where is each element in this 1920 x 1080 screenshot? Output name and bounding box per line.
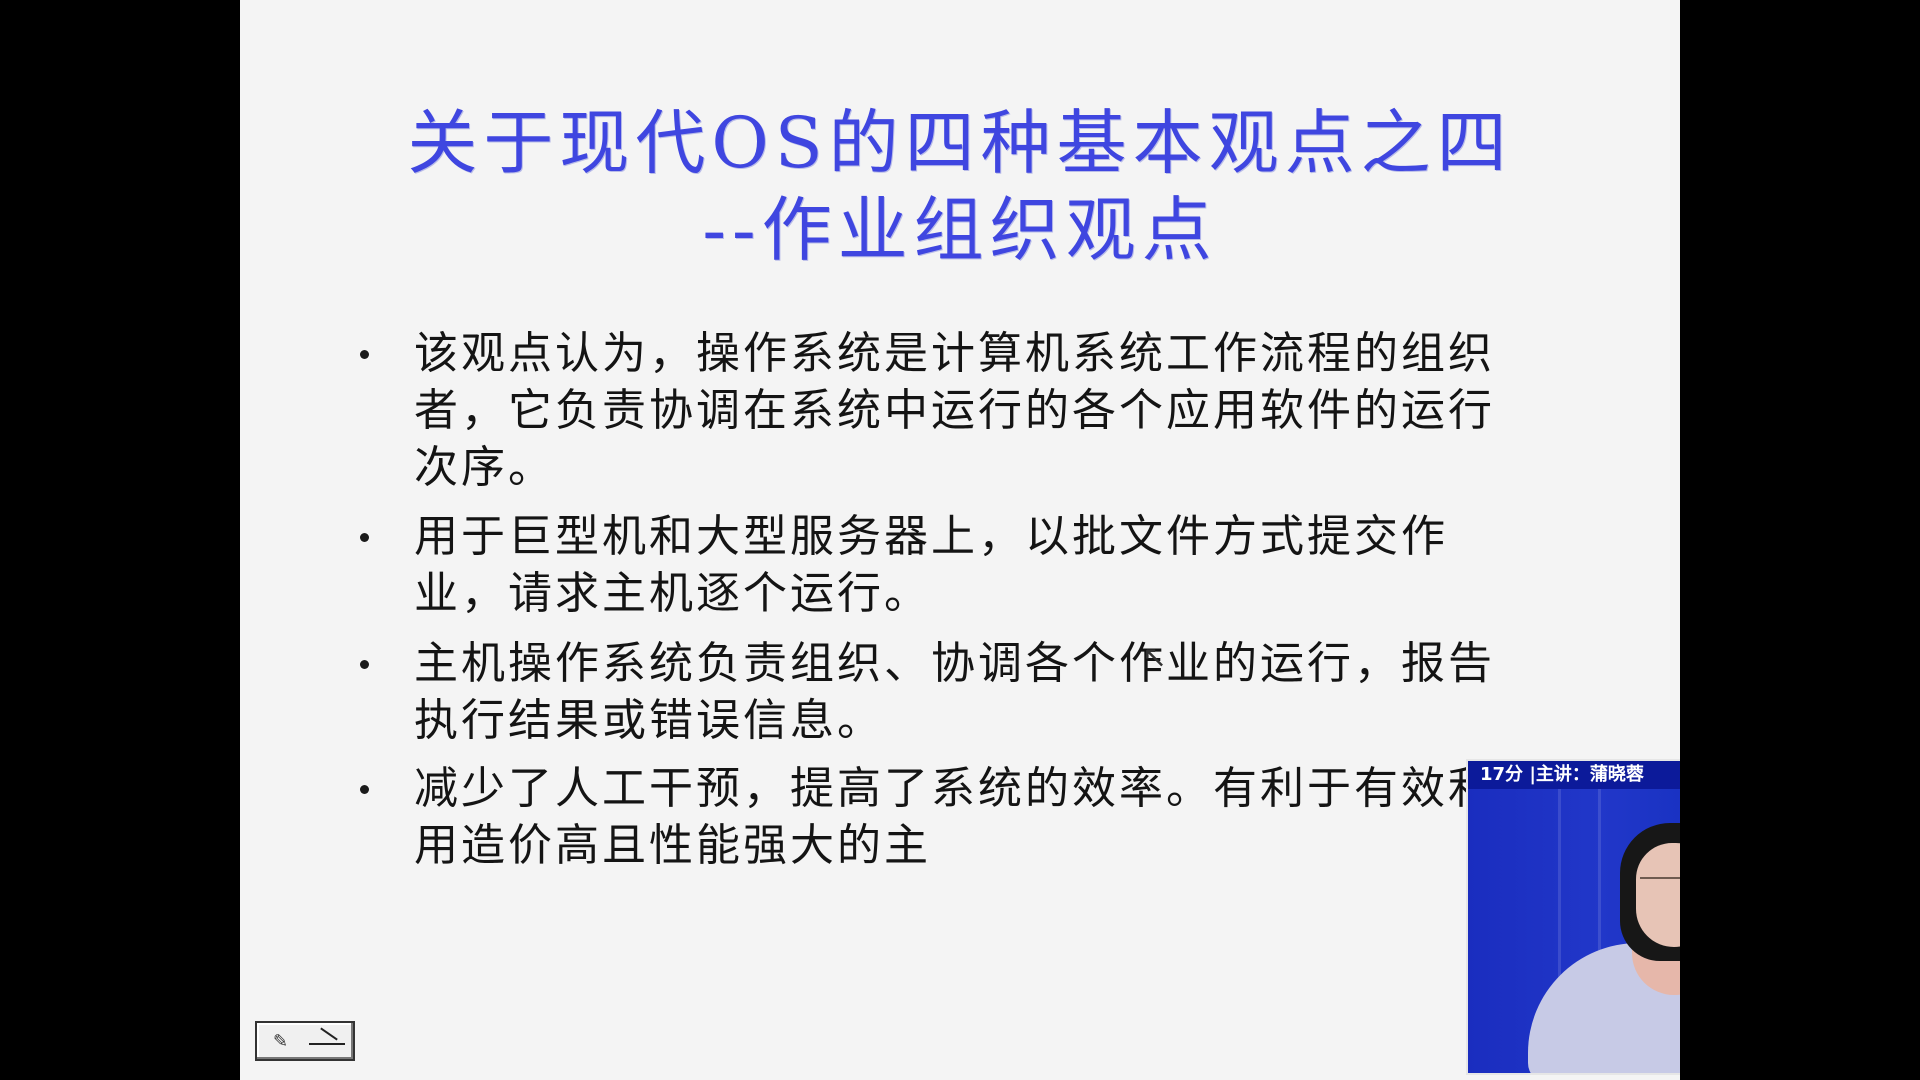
bullet-dot-icon (360, 350, 369, 359)
mouse-cursor-icon: ↖ (1142, 640, 1168, 675)
pen-tip-icon (320, 1027, 338, 1041)
bullet-dot-icon (360, 533, 369, 542)
video-caption: 17分 |主讲：蒲晓蓉 (1468, 761, 1680, 789)
glasses-icon (1640, 877, 1680, 895)
bullet-list: 该观点认为，操作系统是计算机系统工作流程的组织者，它负责协调在系统中运行的各个应… (240, 0, 1680, 1080)
slide: 关于现代OS的四种基本观点之四 --作业组织观点 该观点认为，操作系统是计算机系… (240, 0, 1680, 1080)
bullet-text: 主机操作系统负责组织、协调各个作业的运行，报告执行结果或错误信息。 (414, 638, 1495, 746)
slide-control-icon: ✎ (273, 1031, 289, 1052)
lecturer-face (1636, 843, 1680, 947)
bullet-text: 用于巨型机和大型服务器上，以批文件方式提交作业，请求主机逐个运行。 (414, 511, 1448, 619)
bullet-text: 减少了人工干预，提高了系统的效率。有利于有效利用造价高且性能强大的主 (414, 763, 1495, 871)
slide-control-button[interactable]: ✎ (255, 1021, 355, 1061)
pen-line-icon (309, 1043, 345, 1045)
bullet-dot-icon (360, 785, 369, 794)
bullet-dot-icon (360, 660, 369, 669)
lecturer-video-window[interactable]: 17分 |主讲：蒲晓蓉 (1466, 759, 1680, 1075)
bullet-text: 该观点认为，操作系统是计算机系统工作流程的组织者，它负责协调在系统中运行的各个应… (414, 328, 1495, 493)
